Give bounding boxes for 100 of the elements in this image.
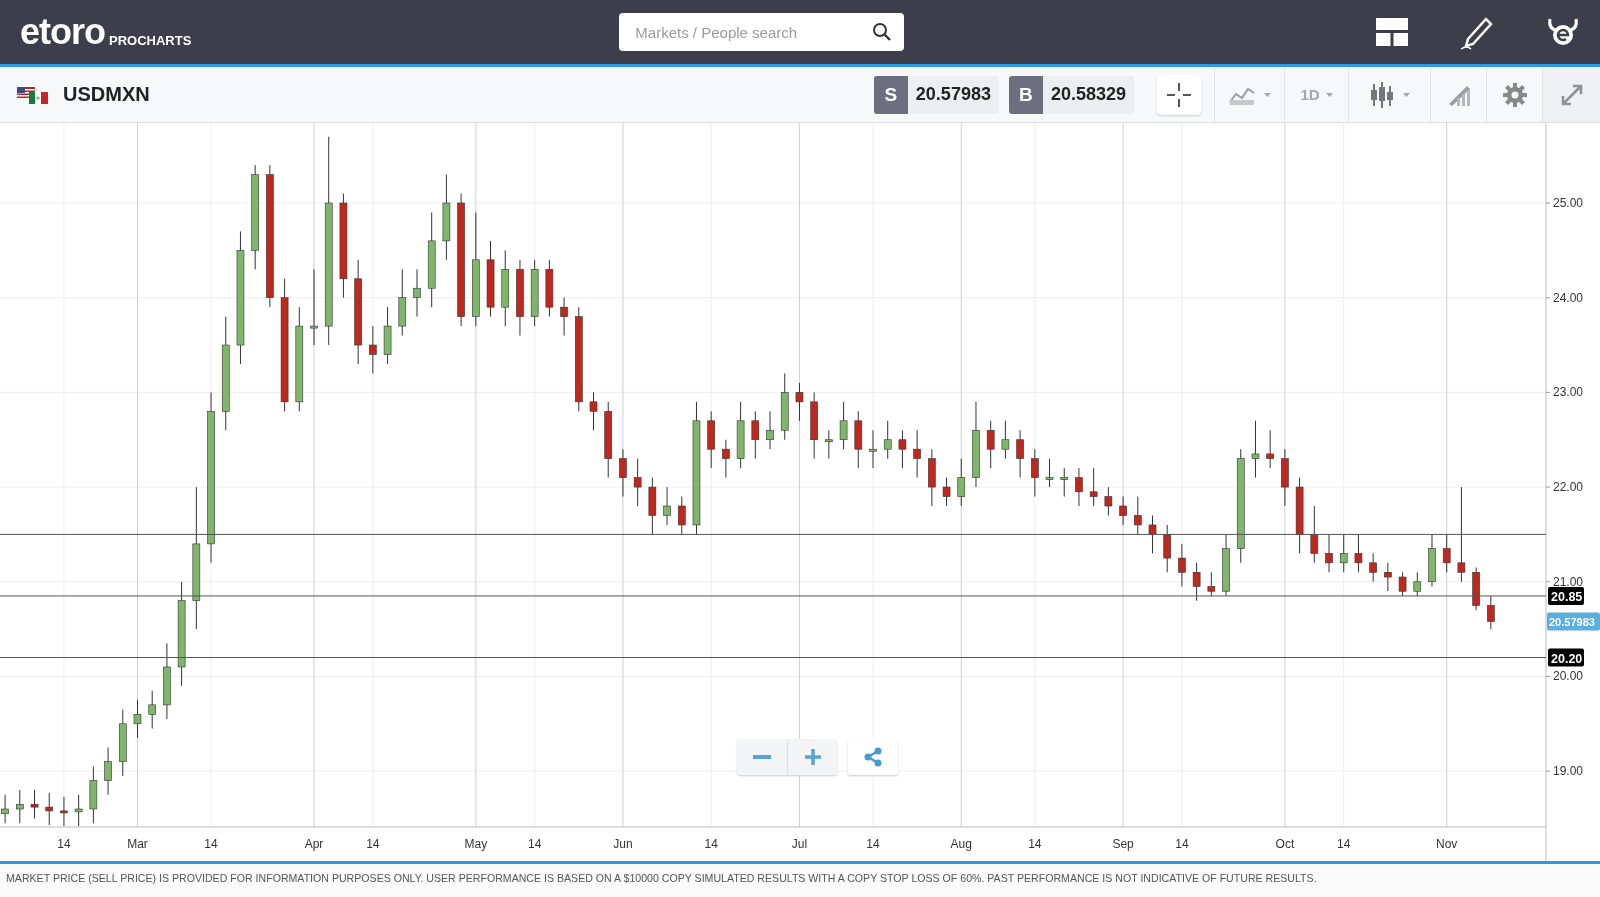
rising-candlestick — [1339, 533, 1348, 573]
falling-candlestick — [648, 477, 657, 535]
falling-candlestick — [45, 792, 54, 826]
search-icon — [872, 22, 893, 42]
rising-candlestick — [119, 709, 127, 777]
rising-candlestick — [1045, 458, 1054, 488]
falling-candlestick — [928, 448, 936, 507]
falling-candlestick — [633, 458, 642, 507]
quote-price-box: B 20.58329 — [1008, 75, 1134, 114]
flag-pair-icon — [17, 84, 49, 105]
falling-candlestick — [1075, 467, 1083, 507]
x-axis-label: Jun — [613, 837, 633, 851]
zoom-out-button[interactable] — [737, 739, 787, 775]
falling-candlestick — [1089, 467, 1098, 507]
falling-candlestick — [1281, 448, 1289, 507]
falling-candlestick — [560, 297, 568, 337]
falling-candlestick — [707, 410, 715, 469]
x-axis-label: 14 — [1337, 837, 1351, 851]
falling-candlestick — [913, 429, 921, 479]
x-axis-label: Sep — [1112, 837, 1134, 851]
falling-candlestick — [1384, 562, 1392, 592]
x-axis-label: Aug — [950, 837, 972, 851]
rising-candlestick — [530, 259, 539, 327]
rising-candlestick — [104, 746, 112, 796]
falling-candlestick — [30, 789, 39, 819]
search-field[interactable]: Markets / People search — [619, 13, 905, 51]
rising-candlestick — [1, 794, 9, 824]
falling-candlestick — [1163, 524, 1171, 573]
layout-icon[interactable] — [1376, 18, 1408, 46]
x-axis-label: Oct — [1275, 837, 1295, 851]
falling-candlestick — [589, 391, 598, 431]
falling-candlestick — [1472, 567, 1480, 611]
x-axis-label: Mar — [127, 837, 148, 851]
price-line-label: 20.85 — [1548, 586, 1584, 605]
falling-candlestick — [369, 325, 377, 374]
falling-candlestick — [795, 382, 804, 422]
falling-candlestick — [854, 410, 863, 469]
x-axis-label: 14 — [366, 837, 380, 851]
y-axis-label: 19.00 — [1553, 764, 1584, 779]
rising-candlestick — [133, 699, 142, 739]
horizontal-line[interactable] — [0, 533, 1547, 535]
rising-candlestick — [383, 306, 392, 365]
product-name: PROCHARTS — [109, 33, 192, 48]
fullscreen-button[interactable] — [1542, 67, 1600, 122]
falling-candlestick — [1119, 496, 1127, 526]
falling-candlestick — [545, 259, 554, 318]
rising-candlestick — [413, 268, 421, 318]
falling-candlestick — [677, 496, 686, 535]
falling-candlestick — [1031, 448, 1039, 498]
x-axis-label: 14 — [704, 837, 718, 851]
rising-candlestick — [869, 429, 877, 469]
x-axis-label: May — [464, 837, 488, 851]
rising-candlestick — [736, 401, 745, 469]
falling-candlestick — [898, 429, 907, 469]
logo-text: etoro — [20, 14, 105, 50]
falling-candlestick — [810, 391, 818, 460]
x-axis-label: Apr — [304, 837, 324, 851]
falling-candlestick — [1369, 552, 1377, 583]
falling-candlestick — [1016, 429, 1024, 479]
falling-candlestick — [1148, 515, 1157, 554]
disclaimer-text: MARKET PRICE (SELL PRICE) IS PROVIDED FOR INFORMATION PURPOSES ONLY. USER PERFORMANCE IS BASED ON A $10000 COPY SIMULATED RESULTS WITH A COPY STOP LOSS OF 60%. PAST PERFORMANCE IS NOT INDICATIVE OF FUTURE RESULTS. — [6, 872, 1317, 884]
rising-candlestick — [1251, 420, 1260, 479]
falling-candlestick — [1192, 562, 1201, 602]
falling-candlestick — [619, 448, 627, 498]
share-icon — [863, 747, 883, 767]
share-button[interactable] — [848, 739, 898, 775]
x-axis-label: 14 — [1175, 837, 1189, 851]
instrument-symbol: USDMXN — [63, 83, 150, 106]
y-axis-label: 23.00 — [1553, 385, 1584, 400]
x-axis-label: 14 — [57, 837, 71, 851]
rising-candlestick — [883, 420, 892, 460]
y-axis-label: 21.00 — [1553, 574, 1584, 589]
expand-icon — [1559, 82, 1584, 107]
falling-candlestick — [1310, 505, 1319, 564]
x-axis-label: Nov — [1436, 837, 1458, 851]
y-axis-label: 20.00 — [1553, 669, 1584, 684]
minus-icon — [753, 755, 771, 759]
falling-candlestick — [1104, 486, 1113, 516]
falling-candlestick — [1487, 595, 1495, 630]
rising-candlestick — [825, 429, 833, 460]
x-axis-label: 14 — [204, 837, 218, 851]
rising-candlestick — [89, 765, 98, 824]
crosshair-button[interactable] — [1157, 74, 1201, 115]
rising-candlestick — [74, 794, 83, 827]
x-axis-label: Jul — [791, 837, 808, 851]
plus-icon — [804, 749, 821, 765]
rising-candlestick — [1428, 533, 1436, 587]
price-line-label: 20.20 — [1548, 648, 1584, 667]
x-axis-label: 14 — [866, 837, 880, 851]
quote-price-box: S 20.57983 — [873, 75, 999, 114]
rising-candlestick — [766, 410, 774, 450]
settings-icon — [1501, 81, 1528, 108]
rising-candlestick — [1222, 533, 1230, 597]
current-price-label: 20.57983 — [1547, 612, 1600, 631]
y-axis-label: 24.00 — [1553, 290, 1584, 305]
rising-candlestick — [148, 690, 156, 730]
falling-candlestick — [1325, 533, 1333, 573]
zoom-in-button[interactable] — [787, 739, 837, 775]
timeframe-button[interactable]: 1D — [1300, 86, 1333, 103]
rising-candlestick — [839, 401, 848, 450]
